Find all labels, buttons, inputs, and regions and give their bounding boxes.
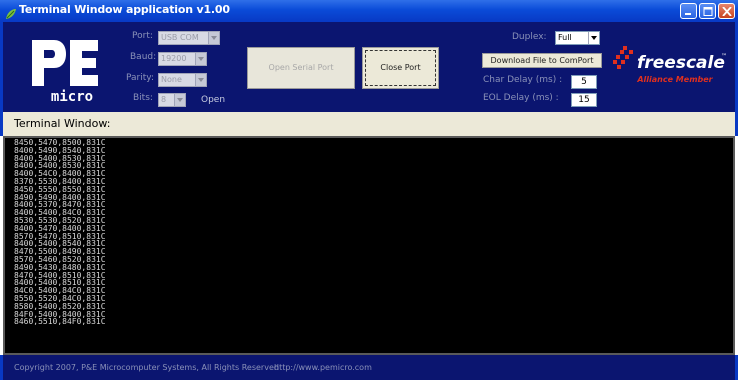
terminal-line: 8370,5530,8400,831C bbox=[14, 176, 106, 186]
terminal-header: Terminal Window: bbox=[0, 112, 738, 136]
bits-select[interactable]: 8 bbox=[158, 93, 186, 107]
chevron-down-icon bbox=[588, 32, 599, 44]
brand-tagline: Alliance Member bbox=[636, 75, 713, 84]
close-port-button[interactable]: Close Port bbox=[362, 47, 439, 89]
terminal-line: 8470,5400,8510,831C bbox=[14, 270, 106, 280]
terminal-line: 8400,5370,8470,831C bbox=[14, 200, 106, 210]
brand-name: freescale bbox=[637, 53, 725, 73]
bits-value: 8 bbox=[161, 95, 167, 104]
terminal-line: 84C0,5400,84C0,831C bbox=[14, 286, 106, 296]
terminal-line: 8530,5530,8520,831C bbox=[14, 215, 106, 225]
terminal-line: 8450,5550,8550,831C bbox=[14, 184, 106, 194]
char-delay-input[interactable]: 5 bbox=[571, 75, 597, 89]
parity-label: Parity: bbox=[126, 73, 154, 83]
terminal-line: 8490,5490,8400,831C bbox=[14, 192, 106, 202]
terminal-line: 8400,5400,8540,831C bbox=[14, 239, 106, 249]
title-bar[interactable]: Terminal Window application v1.00 bbox=[0, 0, 738, 22]
terminal-line: 8550,5520,84C0,831C bbox=[14, 293, 106, 303]
eol-delay-label: EOL Delay (ms) : bbox=[483, 93, 559, 103]
terminal-line: 8450,5470,8500,831C bbox=[14, 138, 106, 147]
terminal-label: Terminal Window: bbox=[14, 117, 111, 130]
bits-label: Bits: bbox=[133, 93, 153, 103]
chevron-down-icon bbox=[208, 32, 219, 44]
control-panel: micro Port: USB COM Baud: 19200 Parity: … bbox=[0, 22, 738, 112]
website-link[interactable]: http://www.pemicro.com bbox=[274, 363, 372, 372]
terminal-line: 8570,5470,8510,831C bbox=[14, 231, 106, 241]
terminal-output[interactable]: 8450,5470,8500,831C 8400,5490,8540,831C 84… bbox=[3, 136, 735, 355]
char-delay-label: Char Delay (ms) : bbox=[483, 75, 563, 85]
freescale-logo: freescale ™ Alliance Member bbox=[611, 42, 729, 102]
terminal-line: 8400,5490,8540,831C bbox=[14, 145, 106, 155]
terminal-line: 8470,5500,8490,831C bbox=[14, 247, 106, 257]
duplex-label: Duplex: bbox=[512, 32, 547, 42]
terminal-line: 8400,54C0,8400,831C bbox=[14, 169, 106, 179]
terminal-line: 8400,5400,84C0,831C bbox=[14, 208, 106, 218]
port-value: USB COM bbox=[161, 33, 199, 42]
leaf-icon bbox=[5, 5, 17, 19]
close-window-button[interactable] bbox=[718, 3, 735, 19]
pemicro-logo: micro bbox=[28, 38, 116, 105]
maximize-icon bbox=[703, 7, 713, 16]
baud-label: Baud: bbox=[130, 52, 157, 62]
maximize-button[interactable] bbox=[699, 3, 716, 19]
terminal-line: 8580,5400,8520,831C bbox=[14, 301, 106, 311]
logo-micro-text: micro bbox=[51, 89, 93, 104]
status-footer: Copyright 2007, P&E Microcomputer System… bbox=[0, 355, 738, 380]
terminal-line: 8400,5400,8530,831C bbox=[14, 161, 106, 171]
terminal-lines: 8450,5470,8500,831C 8400,5490,8540,831C 84… bbox=[5, 138, 733, 326]
terminal-line: 8570,5460,8520,831C bbox=[14, 254, 106, 264]
window-title: Terminal Window application v1.00 bbox=[19, 3, 230, 16]
open-port-button[interactable]: Open Serial Port bbox=[247, 47, 355, 89]
minimize-icon bbox=[685, 13, 691, 15]
terminal-line: 8400,5400,8510,831C bbox=[14, 278, 106, 288]
download-file-button[interactable]: Download File to ComPort bbox=[482, 53, 602, 68]
duplex-select[interactable]: Full bbox=[555, 31, 600, 45]
port-label: Port: bbox=[132, 31, 153, 41]
port-status: Open bbox=[201, 95, 226, 105]
parity-select[interactable]: None bbox=[158, 73, 207, 87]
close-icon bbox=[722, 7, 732, 16]
terminal-line: 84F0,5400,8400,831C bbox=[14, 309, 106, 319]
duplex-value: Full bbox=[558, 33, 572, 42]
terminal-line: 8460,5510,84F0,831C bbox=[14, 317, 106, 327]
copyright-text: Copyright 2007, P&E Microcomputer System… bbox=[14, 363, 279, 372]
minimize-button[interactable] bbox=[680, 3, 697, 19]
parity-value: None bbox=[161, 75, 182, 84]
chevron-down-icon bbox=[195, 53, 206, 65]
chevron-down-icon bbox=[174, 94, 185, 106]
baud-select[interactable]: 19200 bbox=[158, 52, 207, 66]
terminal-line: 8490,5430,8480,831C bbox=[14, 262, 106, 272]
baud-value: 19200 bbox=[161, 54, 187, 63]
terminal-line: 8400,5470,8400,831C bbox=[14, 223, 106, 233]
port-select[interactable]: USB COM bbox=[158, 31, 220, 45]
brand-trademark: ™ bbox=[721, 53, 727, 60]
eol-delay-input[interactable]: 15 bbox=[571, 93, 597, 107]
terminal-line: 8400,5400,8530,831C bbox=[14, 153, 106, 163]
app-window: Terminal Window application v1.00 micro … bbox=[0, 0, 738, 380]
chevron-down-icon bbox=[195, 74, 206, 86]
